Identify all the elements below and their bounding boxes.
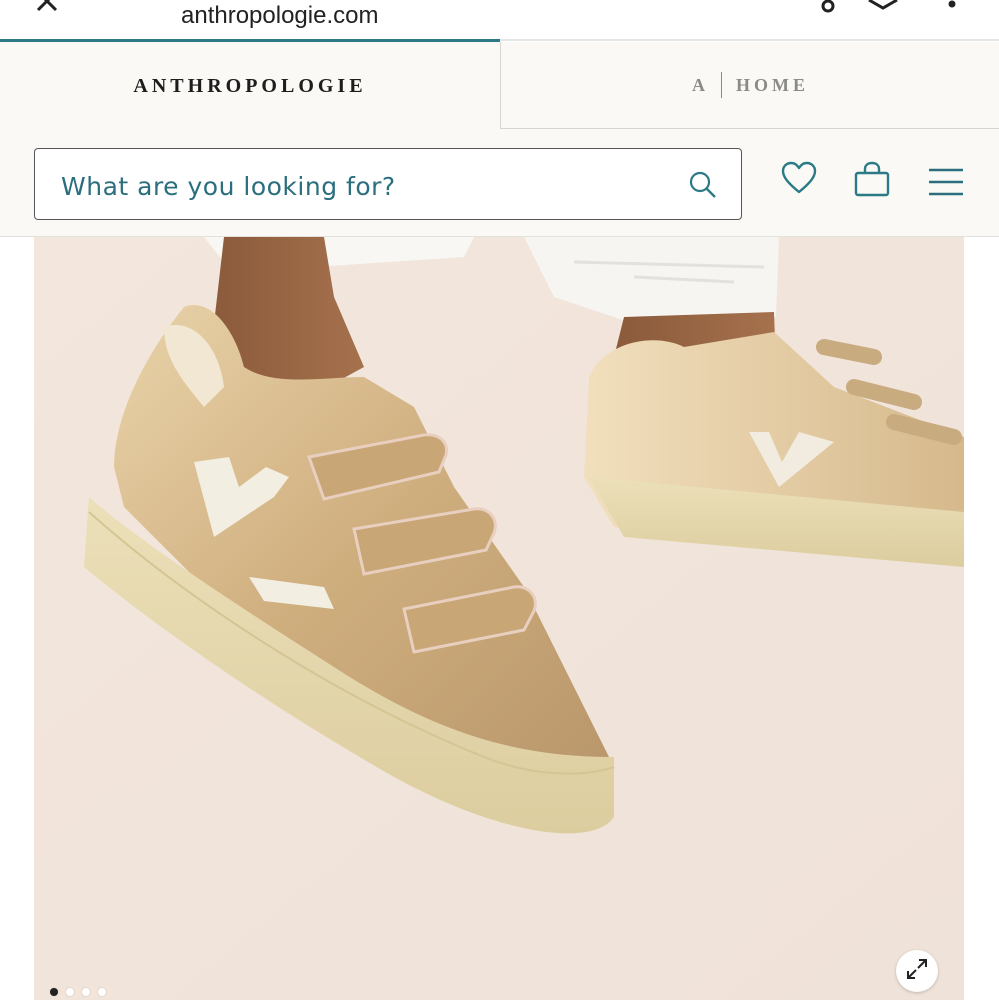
tab-home[interactable]: A HOME [500,42,999,129]
url-text[interactable]: anthropologie.com [181,0,378,32]
search-icon[interactable] [687,169,719,205]
expand-image-button[interactable] [896,950,938,992]
tab-anthropologie[interactable]: ANTHROPOLOGIE [0,42,500,130]
brand-tabs: ANTHROPOLOGIE A HOME [0,42,999,130]
search-input[interactable] [59,167,663,205]
bookmark-icon[interactable] [866,0,900,20]
close-icon[interactable] [32,0,62,20]
carousel-dots [50,988,106,996]
logo-divider [721,72,722,98]
share-icon[interactable] [810,0,840,20]
product-image[interactable] [34,237,964,1000]
carousel-dot[interactable] [50,988,58,996]
site-header [0,130,999,237]
home-logo-label: HOME [736,74,809,95]
carousel-dot[interactable] [82,988,90,996]
more-options-icon[interactable] [944,0,960,20]
carousel-dot[interactable] [98,988,106,996]
carousel-dot[interactable] [66,988,74,996]
browser-address-bar[interactable]: anthropologie.com [0,0,999,40]
menu-icon[interactable] [928,167,964,201]
anthropologie-logo: ANTHROPOLOGIE [133,74,367,97]
home-logo-mark: A [692,74,709,95]
search-box[interactable] [34,148,742,220]
expand-icon [905,957,929,985]
bag-icon[interactable] [853,160,891,202]
heart-icon[interactable] [780,160,818,200]
